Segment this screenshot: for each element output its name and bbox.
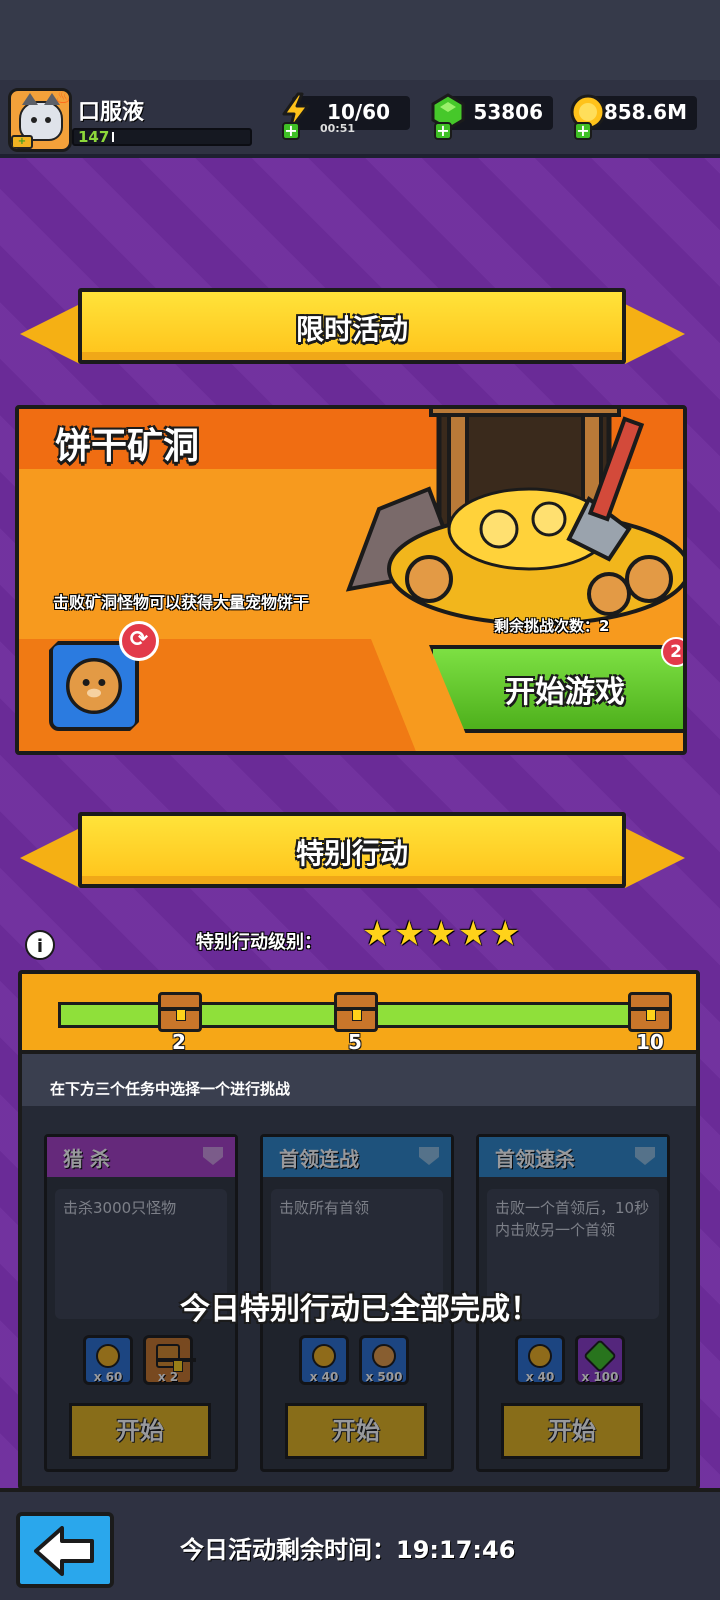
star-icon: ★	[490, 914, 521, 954]
special-action-heading: 特别行动	[295, 837, 408, 870]
bottom-bar: 今日活动剩余时间：19:17:46	[0, 1488, 720, 1600]
player-level: 147	[78, 128, 110, 146]
cookie-mine-card: 饼干矿洞 击败矿洞怪物可以获得大量宠物饼干 ⟳ 剩余挑战次数：2 开始游戏 2	[15, 405, 687, 755]
status-strip	[0, 0, 720, 80]
back-button[interactable]	[16, 1512, 114, 1588]
level-stars: ★★★★★	[362, 914, 522, 954]
refresh-icon[interactable]: ⟳	[119, 621, 159, 661]
milestone-chest-icon[interactable]	[628, 992, 672, 1032]
milestone-label: 2	[172, 1030, 186, 1054]
milestone-chest-icon[interactable]	[334, 992, 378, 1032]
mine-treasure-illustration	[345, 409, 683, 626]
player-name: 口服液	[78, 100, 145, 125]
special-action-banner: 特别行动	[20, 812, 685, 904]
limited-event-heading: 限时活动	[295, 313, 408, 346]
all-completed-message: 今日特别行动已全部完成！	[180, 1292, 540, 1327]
gold-value: 858.6M	[603, 100, 687, 124]
event-title: 饼干矿洞	[55, 426, 200, 467]
player-avatar[interactable]: ♨ +	[8, 88, 72, 152]
milestone-label: 5	[348, 1030, 362, 1054]
level-progress-fill	[112, 132, 114, 142]
plus-icon: +	[11, 135, 33, 149]
flame-icon: ♨	[54, 88, 71, 108]
star-icon: ★	[362, 914, 393, 954]
star-icon: ★	[458, 914, 489, 954]
start-game-label[interactable]: 开始游戏	[505, 667, 625, 711]
task-instruction: 在下方三个任务中选择一个进行挑战	[50, 1080, 291, 1098]
attempts-badge: 2	[661, 637, 683, 667]
limited-event-banner: 限时活动	[20, 288, 685, 380]
event-description: 击败矿洞怪物可以获得大量宠物饼干	[53, 593, 310, 612]
back-arrow-icon	[34, 1526, 94, 1576]
add-gems-button[interactable]: +	[434, 122, 452, 140]
star-icon: ★	[426, 914, 457, 954]
special-level-label: 特别行动级别：	[196, 932, 322, 953]
milestone-progress: 2 5 10	[22, 974, 696, 1054]
remaining-attempts: 剩余挑战次数：2	[494, 617, 610, 635]
milestone-chest-icon[interactable]	[158, 992, 202, 1032]
top-bar: ♨ + 口服液 147 10/60 00:51 + 53806 + 858.6M…	[0, 80, 720, 158]
player-level-bar: 147	[72, 128, 252, 146]
special-action-panel: 2 5 10 在下方三个任务中选择一个进行挑战 猎 杀 击杀3000只怪物 x …	[18, 970, 700, 1490]
energy-value: 10/60	[327, 100, 390, 124]
star-icon: ★	[394, 914, 425, 954]
milestone-label: 10	[636, 1030, 664, 1054]
cookie-icon	[66, 658, 122, 714]
gems-value: 53806	[473, 100, 543, 124]
remaining-time: 今日活动剩余时间：19:17:46	[180, 1536, 516, 1564]
add-energy-button[interactable]: +	[282, 122, 300, 140]
info-icon[interactable]: i	[25, 930, 55, 960]
energy-timer: 00:51	[320, 122, 356, 135]
add-gold-button[interactable]: +	[574, 122, 592, 140]
